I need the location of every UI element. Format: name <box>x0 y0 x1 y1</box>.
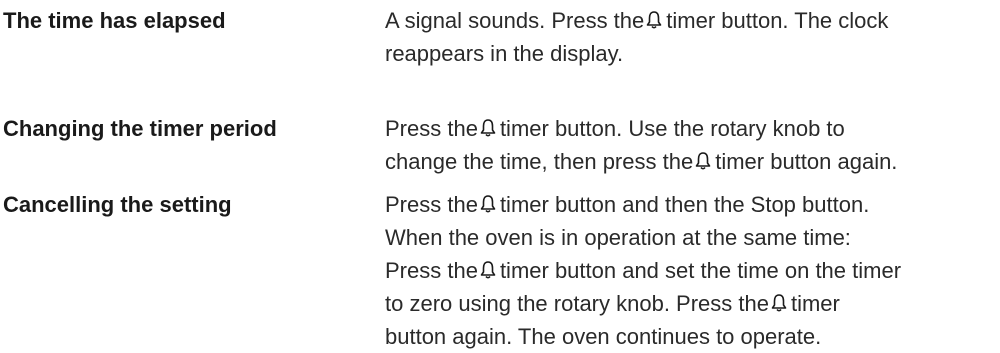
bell-icon <box>771 293 787 313</box>
line-text: timer button again. <box>715 149 898 174</box>
bell-icon <box>480 260 496 280</box>
bell-icon <box>480 118 496 138</box>
line-text: timer <box>790 291 840 316</box>
description-line: Press the timer button and then the Stop … <box>385 188 994 221</box>
line-text: timer button and set the time on the tim… <box>499 258 902 283</box>
entry-time-elapsed: The time has elapsed A signal sounds. Pr… <box>0 4 1000 70</box>
entry-cancelling-setting: Cancelling the setting Press the timer bu… <box>0 188 1000 353</box>
line-text: timer button and then the Stop button. <box>499 192 870 217</box>
entry-description: Press the timer button and then the Stop … <box>385 188 1000 353</box>
line-text: When the oven is in operation at the sam… <box>385 225 851 250</box>
line-text: timer button. Use the rotary knob to <box>499 116 845 141</box>
line-text: timer button. The clock <box>666 8 889 33</box>
entry-term: Changing the timer period <box>3 116 277 141</box>
description-line: change the time, then press the timer but… <box>385 145 994 178</box>
line-text: Press the <box>385 258 478 283</box>
line-text: to zero using the rotary knob. Press the <box>385 291 769 316</box>
entry-changing-timer-period: Changing the timer period Press the timer… <box>0 112 1000 178</box>
line-text: Press the <box>385 192 478 217</box>
entry-description: Press the timer button. Use the rotary kn… <box>385 112 1000 178</box>
line-text: change the time, then press the <box>385 149 694 174</box>
entry-description: A signal sounds. Press the timer button. … <box>385 4 1000 70</box>
description-line: Press the timer button and set the time o… <box>385 254 994 287</box>
entry-term: The time has elapsed <box>3 8 226 33</box>
description-line: Press the timer button. Use the rotary kn… <box>385 112 994 145</box>
line-text: reappears in the display. <box>385 41 624 66</box>
entry-term: Cancelling the setting <box>3 192 232 217</box>
description-line: A signal sounds. Press the timer button. … <box>385 4 994 37</box>
line-text: Press the <box>385 116 478 141</box>
description-line: button again. The oven continues to oper… <box>385 320 994 353</box>
description-line: When the oven is in operation at the sam… <box>385 221 994 254</box>
bell-icon <box>646 10 662 30</box>
bell-icon <box>695 151 711 171</box>
description-line: to zero using the rotary knob. Press the… <box>385 287 994 320</box>
bell-icon <box>480 194 496 214</box>
line-text: A signal sounds. Press the <box>385 8 645 33</box>
description-line: reappears in the display. <box>385 37 994 70</box>
line-text: button again. The oven continues to oper… <box>385 324 822 349</box>
